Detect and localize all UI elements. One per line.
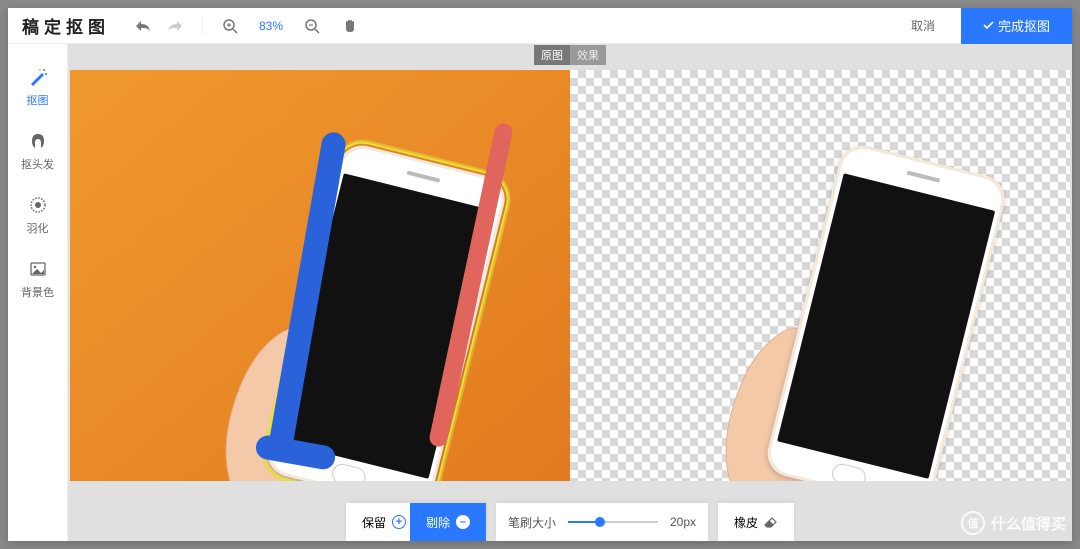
- hair-icon: [27, 130, 49, 152]
- sidebar-item-label: 羽化: [27, 220, 49, 236]
- check-icon: [983, 21, 994, 30]
- keep-button[interactable]: 保留 +: [358, 503, 410, 541]
- remove-label: 剔除: [426, 514, 450, 531]
- eraser-button[interactable]: 橡皮: [730, 503, 782, 541]
- bottom-toolbar: 保留 + 剔除 – 笔刷大小 20px: [346, 503, 794, 541]
- finish-button[interactable]: 完成抠图: [961, 8, 1072, 44]
- sidebar-item-label: 抠头发: [21, 156, 54, 172]
- redo-button[interactable]: [166, 17, 184, 35]
- zoom-in-button[interactable]: [221, 17, 239, 35]
- keep-label: 保留: [362, 514, 386, 531]
- sidebar-item-cutout[interactable]: 抠图: [8, 58, 67, 120]
- original-panel[interactable]: [70, 70, 570, 481]
- remove-button[interactable]: 剔除 –: [410, 503, 486, 541]
- plus-icon: +: [392, 515, 406, 529]
- sidebar-item-feather[interactable]: 羽化: [8, 186, 67, 248]
- brush-size-slider[interactable]: [568, 521, 658, 523]
- brush-size-label: 笔刷大小: [508, 514, 556, 531]
- sidebar-item-hair[interactable]: 抠头发: [8, 122, 67, 184]
- app-logo: 稿定抠图: [22, 13, 110, 38]
- zoom-out-button[interactable]: [303, 17, 321, 35]
- sidebar-item-label: 抠图: [27, 92, 49, 108]
- sidebar-item-bgcolor[interactable]: 背景色: [8, 250, 67, 312]
- view-toggle-result[interactable]: 效果: [570, 45, 606, 65]
- view-toggle-original[interactable]: 原图: [534, 45, 570, 65]
- finish-label: 完成抠图: [998, 16, 1050, 35]
- cancel-button[interactable]: 取消: [893, 8, 953, 44]
- eraser-icon: [764, 516, 778, 528]
- result-panel[interactable]: [570, 70, 1070, 481]
- brush-size-value: 20px: [670, 515, 696, 529]
- zoom-level[interactable]: 83%: [253, 19, 289, 33]
- canvas-area: [68, 44, 1072, 541]
- view-toggle: 原图 效果: [534, 45, 606, 65]
- undo-button[interactable]: [134, 17, 152, 35]
- pan-hand-button[interactable]: [341, 17, 359, 35]
- feather-icon: [27, 194, 49, 216]
- minus-icon: –: [456, 515, 470, 529]
- sidebar-item-label: 背景色: [21, 284, 54, 300]
- image-icon: [27, 258, 49, 280]
- eraser-label: 橡皮: [734, 514, 758, 531]
- magic-wand-icon: [27, 66, 49, 88]
